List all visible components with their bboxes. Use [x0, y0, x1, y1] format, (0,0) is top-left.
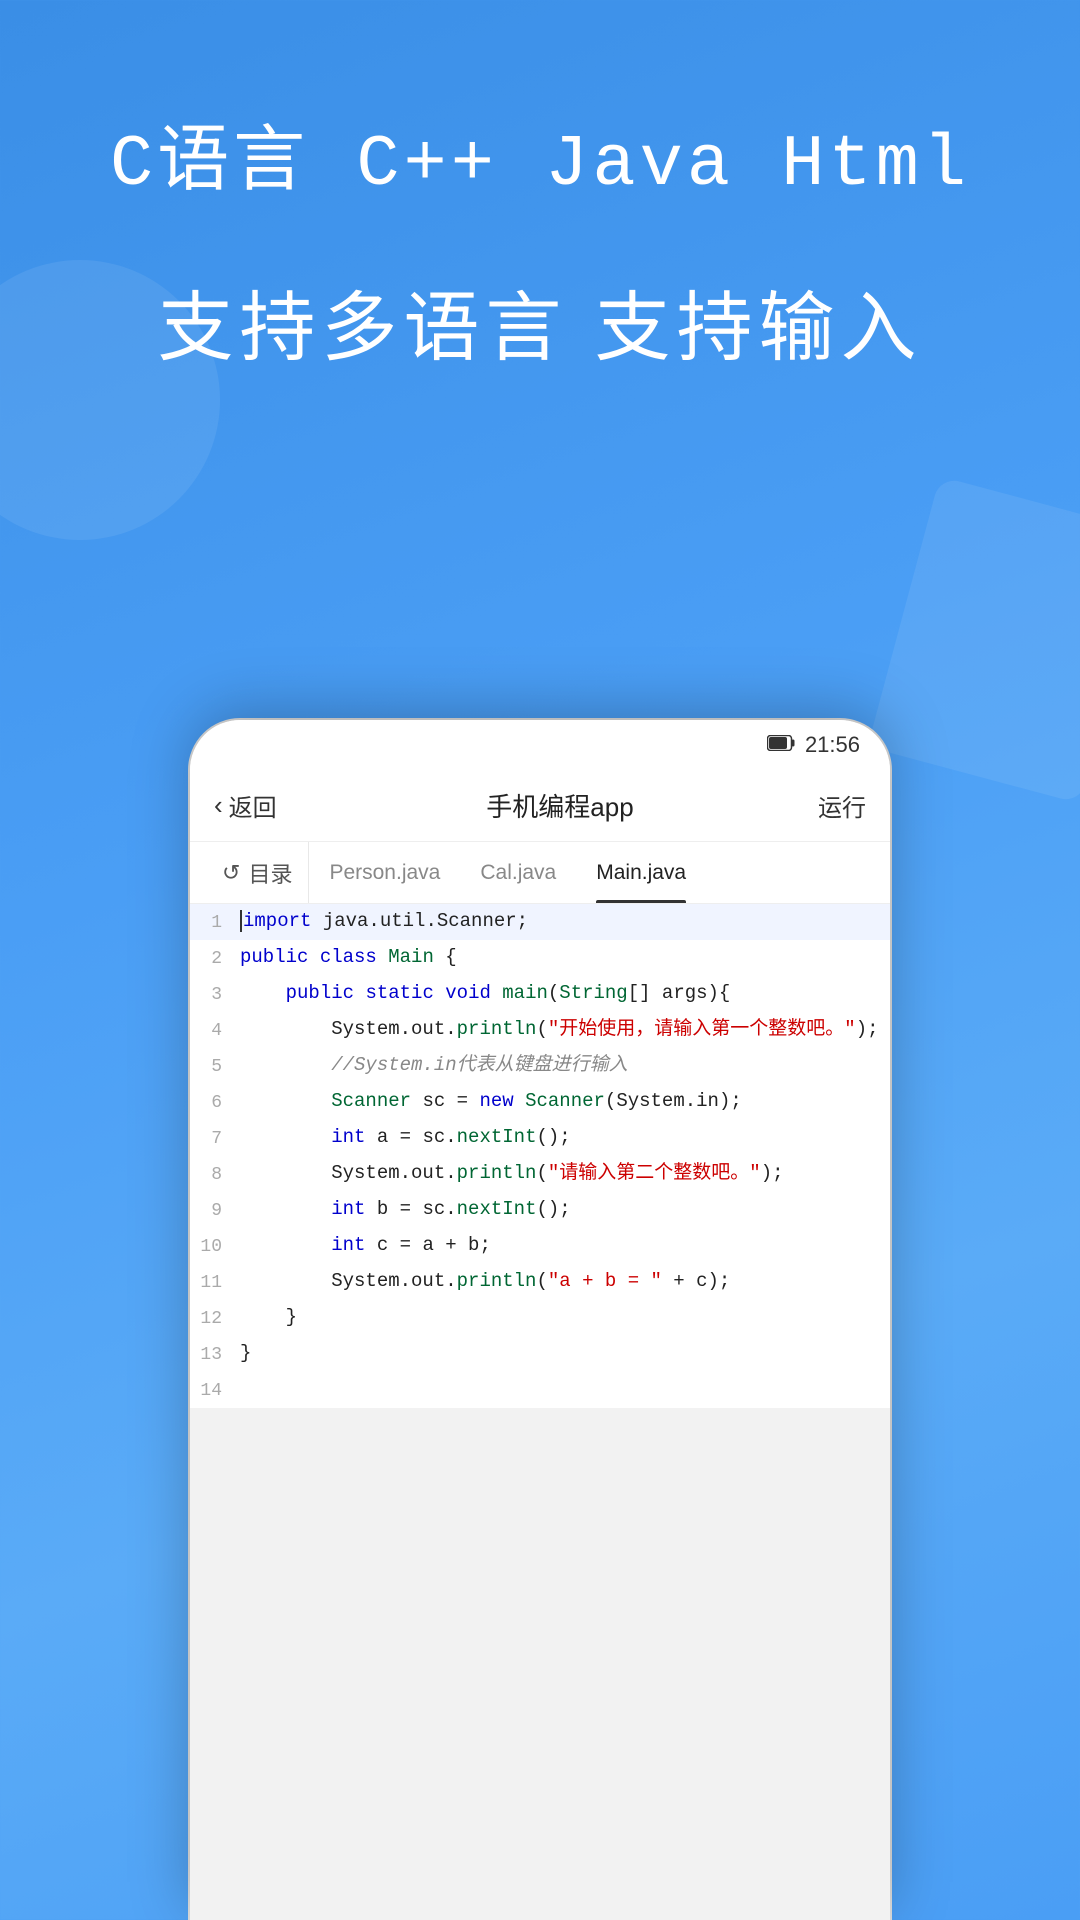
directory-label: 目录: [248, 857, 292, 889]
directory-icon: ↺: [222, 860, 240, 886]
back-button[interactable]: ‹ 返回: [214, 788, 334, 823]
bg-decoration-right: [868, 476, 1080, 803]
phone-frame: 21:56 ‹ 返回 手机编程app 运行 ↺ 目录 Person.java C…: [190, 720, 890, 1920]
phone-container: 21:56 ‹ 返回 手机编程app 运行 ↺ 目录 Person.java C…: [190, 720, 890, 1920]
hero-section: C语言 C++ Java Html 支持多语言 支持输入: [0, 100, 1080, 376]
line-number-3: 3: [190, 976, 236, 1012]
line-number-6: 6: [190, 1084, 236, 1120]
cursor: [240, 910, 242, 932]
line-content-7: int a = sc.nextInt();: [236, 1120, 890, 1154]
code-line-9: 9 int b = sc.nextInt();: [190, 1192, 890, 1228]
code-line-8: 8 System.out.println("请输入第二个整数吧。");: [190, 1156, 890, 1192]
back-arrow-icon: ‹: [214, 790, 223, 821]
line-number-12: 12: [190, 1300, 236, 1336]
line-number-10: 10: [190, 1228, 236, 1264]
line-number-9: 9: [190, 1192, 236, 1228]
line-number-11: 11: [190, 1264, 236, 1300]
back-label: 返回: [229, 788, 277, 823]
battery-indicator: [767, 734, 795, 757]
line-number-7: 7: [190, 1120, 236, 1156]
line-number-14: 14: [190, 1372, 236, 1408]
tab-main-java[interactable]: Main.java: [576, 842, 706, 903]
line-content-1: import java.util.Scanner;: [236, 904, 890, 938]
line-content-4: System.out.println("开始使用，请输入第一个整数吧。");: [236, 1012, 890, 1046]
app-header: ‹ 返回 手机编程app 运行: [190, 770, 890, 842]
code-line-12: 12 }: [190, 1300, 890, 1336]
line-number-8: 8: [190, 1156, 236, 1192]
code-line-3: 3 public static void main(String[] args)…: [190, 976, 890, 1012]
code-content: 1 import java.util.Scanner; 2 public cla…: [190, 904, 890, 1408]
line-content-10: int c = a + b;: [236, 1228, 890, 1262]
line-number-4: 4: [190, 1012, 236, 1048]
line-content-2: public class Main {: [236, 940, 890, 974]
code-line-11: 11 System.out.println("a + b = " + c);: [190, 1264, 890, 1300]
code-line-13: 13 }: [190, 1336, 890, 1372]
code-line-4: 4 System.out.println("开始使用，请输入第一个整数吧。");: [190, 1012, 890, 1048]
app-title: 手机编程app: [334, 787, 786, 824]
line-content-9: int b = sc.nextInt();: [236, 1192, 890, 1226]
tab-cal-java[interactable]: Cal.java: [460, 842, 576, 903]
line-content-5: //System.in代表从键盘进行输入: [236, 1048, 890, 1082]
status-bar: 21:56: [190, 720, 890, 770]
code-line-10: 10 int c = a + b;: [190, 1228, 890, 1264]
code-line-5: 5 //System.in代表从键盘进行输入: [190, 1048, 890, 1084]
status-time: 21:56: [805, 732, 860, 758]
code-line-6: 6 Scanner sc = new Scanner(System.in);: [190, 1084, 890, 1120]
line-content-8: System.out.println("请输入第二个整数吧。");: [236, 1156, 890, 1190]
line-number-1: 1: [190, 904, 236, 940]
line-number-2: 2: [190, 940, 236, 976]
line-content-12: }: [236, 1300, 890, 1334]
line-number-13: 13: [190, 1336, 236, 1372]
code-line-14: 14: [190, 1372, 890, 1408]
hero-languages: C语言 C++ Java Html: [0, 100, 1080, 206]
code-editor[interactable]: 1 import java.util.Scanner; 2 public cla…: [190, 904, 890, 1920]
line-content-14: [236, 1372, 890, 1406]
line-content-3: public static void main(String[] args){: [236, 976, 890, 1010]
hero-subtitle: 支持多语言 支持输入: [0, 266, 1080, 376]
code-line-7: 7 int a = sc.nextInt();: [190, 1120, 890, 1156]
line-content-6: Scanner sc = new Scanner(System.in);: [236, 1084, 890, 1118]
line-content-11: System.out.println("a + b = " + c);: [236, 1264, 890, 1298]
tab-person-java[interactable]: Person.java: [309, 842, 460, 903]
run-button[interactable]: 运行: [786, 788, 866, 823]
line-number-5: 5: [190, 1048, 236, 1084]
code-line-1: 1 import java.util.Scanner;: [190, 904, 890, 940]
tab-directory[interactable]: ↺ 目录: [206, 842, 309, 903]
tab-bar: ↺ 目录 Person.java Cal.java Main.java: [190, 842, 890, 904]
line-content-13: }: [236, 1336, 890, 1370]
code-line-2: 2 public class Main {: [190, 940, 890, 976]
